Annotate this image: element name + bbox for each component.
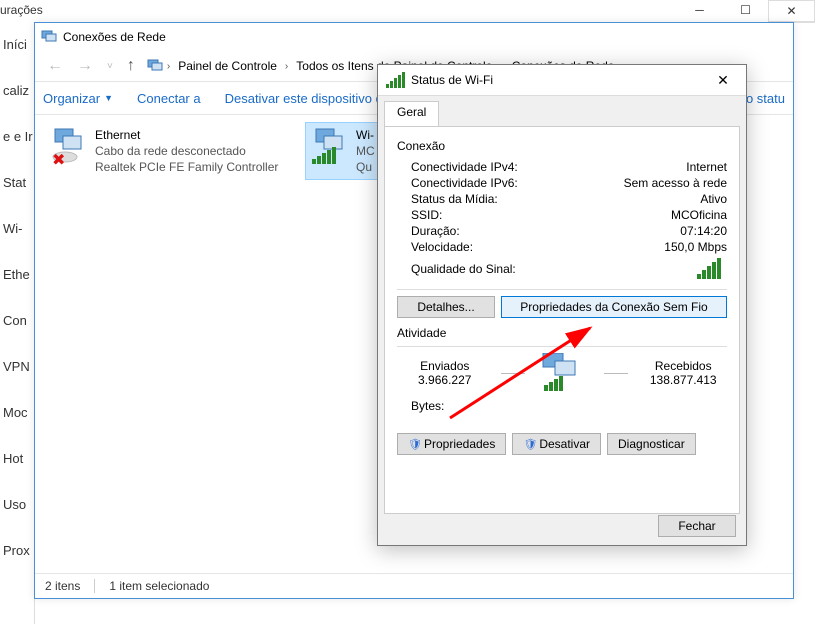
status-item-count: 2 itens (45, 579, 80, 593)
chevron-down-icon: ▼ (104, 93, 113, 103)
dialog-close-button[interactable]: ✕ (708, 72, 738, 89)
chevron-right-icon[interactable]: › (285, 61, 288, 72)
value-ipv4: Internet (686, 160, 727, 174)
activity-icon (537, 353, 592, 393)
sidebar-item[interactable]: Uso (0, 482, 34, 528)
sidebar-item[interactable]: caliz (0, 68, 34, 114)
sidebar-item[interactable]: Wi- (0, 206, 34, 252)
wifi-status-dialog: Status de Wi-Fi ✕ Geral Conexão Conectiv… (377, 64, 747, 546)
adapter-tile-ethernet[interactable]: ✖ Ethernet Cabo da rede desconectado Rea… (45, 123, 298, 179)
breadcrumb-root-icon[interactable] (147, 57, 163, 76)
nav-up-icon[interactable]: ↑ (123, 57, 139, 75)
value-ipv6: Sem acesso à rede (624, 176, 727, 190)
activity-group-label: Atividade (397, 326, 727, 340)
organize-menu[interactable]: Organizar▼ (43, 91, 113, 106)
sidebar-item[interactable]: Con (0, 298, 34, 344)
bytes-label: Bytes: (411, 399, 461, 413)
value-ssid: MCOficina (671, 208, 727, 222)
diagnose-button[interactable]: Diagnosticar (607, 433, 696, 455)
sidebar-item[interactable]: Stat (0, 160, 34, 206)
settings-sidebar: Iníci caliz e e Ir Stat Wi- Ethe Con VPN… (0, 22, 35, 624)
nav-back-icon[interactable]: ← (43, 57, 67, 75)
sidebar-item[interactable]: Moc (0, 390, 34, 436)
network-connections-icon (41, 28, 57, 47)
bg-maximize-button[interactable]: ☐ (722, 0, 768, 20)
details-button[interactable]: Detalhes... (397, 296, 495, 318)
breadcrumb-item[interactable]: Painel de Controle (174, 57, 281, 75)
tab-general[interactable]: Geral (384, 101, 439, 127)
status-selected-count: 1 item selecionado (109, 579, 209, 593)
label-ipv4: Conectividade IPv4: (411, 160, 686, 174)
value-media-state: Ativo (700, 192, 727, 206)
ethernet-adapter-icon: ✖ (49, 127, 89, 167)
wifi-signal-icon (386, 72, 405, 88)
shield-icon: 🛡 (408, 439, 422, 451)
chevron-right-icon[interactable]: › (167, 61, 170, 72)
bg-minimize-button[interactable]: ─ (676, 0, 722, 20)
nav-forward-icon[interactable]: → (73, 57, 97, 75)
sent-label: Enviados (401, 359, 489, 373)
sidebar-item[interactable]: e e Ir (0, 114, 34, 160)
dialog-title: Status de Wi-Fi (411, 73, 493, 87)
shield-icon: 🛡 (523, 439, 537, 451)
adapter-device: Realtek PCIe FE Family Controller (95, 159, 278, 175)
sidebar-item[interactable]: Ethe (0, 252, 34, 298)
sidebar-item[interactable]: VPN (0, 344, 34, 390)
label-ssid: SSID: (411, 208, 671, 222)
wifi-adapter-icon (310, 127, 350, 167)
sidebar-item[interactable]: Iníci (0, 22, 34, 68)
label-signal-quality: Qualidade do Sinal: (411, 262, 697, 276)
background-window-title: urações (0, 3, 43, 17)
sent-value: 3.966.227 (401, 373, 489, 387)
close-button[interactable]: Fechar (658, 515, 736, 537)
svg-text:✖: ✖ (52, 152, 65, 167)
label-duration: Duração: (411, 224, 680, 238)
sidebar-item[interactable]: Prox (0, 528, 34, 574)
adapter-name: Wi- (356, 127, 375, 143)
sidebar-item[interactable]: Hot (0, 436, 34, 482)
adapter-status: Cabo da rede desconectado (95, 143, 278, 159)
disable-device-button[interactable]: Desativar este dispositivo d (225, 91, 383, 106)
disable-button[interactable]: 🛡Desativar (512, 433, 601, 455)
received-label: Recebidos (640, 359, 728, 373)
adapter-name: Ethernet (95, 127, 278, 143)
value-speed: 150,0 Mbps (664, 240, 727, 254)
bg-close-button[interactable]: ✕ (768, 0, 815, 22)
window-title: Conexões de Rede (63, 30, 166, 44)
connect-to-button[interactable]: Conectar a (137, 91, 201, 106)
properties-button[interactable]: 🛡Propriedades (397, 433, 506, 455)
label-speed: Velocidade: (411, 240, 664, 254)
value-duration: 07:14:20 (680, 224, 727, 238)
wireless-properties-button[interactable]: Propriedades da Conexão Sem Fio (501, 296, 727, 318)
adapter-device: Qu (356, 159, 375, 175)
received-value: 138.877.413 (640, 373, 728, 387)
adapter-status: MC (356, 143, 375, 159)
label-ipv6: Conectividade IPv6: (411, 176, 624, 190)
connection-group-label: Conexão (397, 139, 727, 153)
label-media-state: Status da Mídia: (411, 192, 700, 206)
nav-recent-dropdown-icon[interactable]: ˅ (103, 61, 117, 72)
signal-strength-icon (697, 258, 721, 279)
